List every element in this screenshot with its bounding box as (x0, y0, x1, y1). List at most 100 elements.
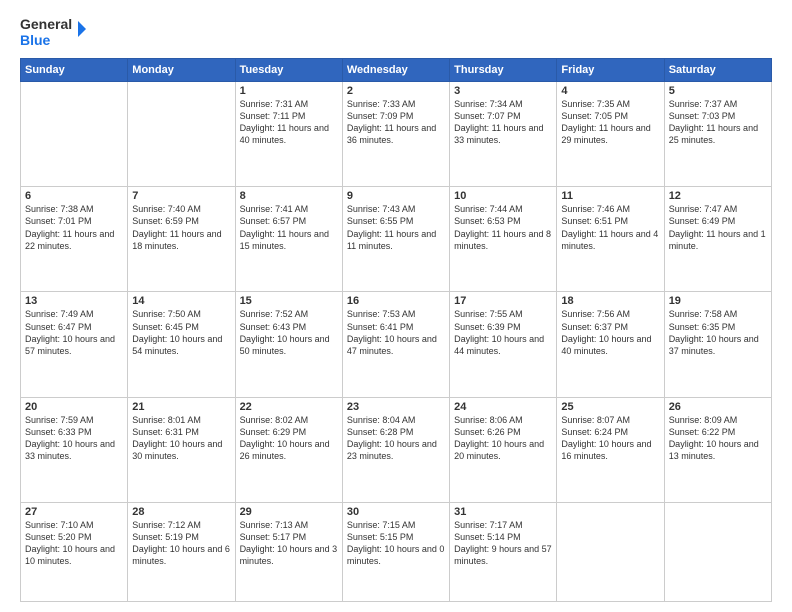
calendar-cell (128, 82, 235, 187)
cell-info: Sunrise: 7:15 AM Sunset: 5:15 PM Dayligh… (347, 519, 445, 568)
cell-info: Sunrise: 7:46 AM Sunset: 6:51 PM Dayligh… (561, 203, 659, 252)
calendar-cell: 18Sunrise: 7:56 AM Sunset: 6:37 PM Dayli… (557, 292, 664, 397)
calendar-table: SundayMondayTuesdayWednesdayThursdayFrid… (20, 58, 772, 602)
calendar-cell: 22Sunrise: 8:02 AM Sunset: 6:29 PM Dayli… (235, 397, 342, 502)
cell-info: Sunrise: 7:35 AM Sunset: 7:05 PM Dayligh… (561, 98, 659, 147)
calendar-cell: 29Sunrise: 7:13 AM Sunset: 5:17 PM Dayli… (235, 502, 342, 601)
calendar-cell: 20Sunrise: 7:59 AM Sunset: 6:33 PM Dayli… (21, 397, 128, 502)
calendar-cell: 23Sunrise: 8:04 AM Sunset: 6:28 PM Dayli… (342, 397, 449, 502)
day-number: 30 (347, 506, 445, 518)
day-number: 28 (132, 506, 230, 518)
cell-info: Sunrise: 7:53 AM Sunset: 6:41 PM Dayligh… (347, 308, 445, 357)
day-number: 7 (132, 190, 230, 202)
weekday-header-sunday: Sunday (21, 59, 128, 82)
calendar-cell: 8Sunrise: 7:41 AM Sunset: 6:57 PM Daylig… (235, 187, 342, 292)
cell-info: Sunrise: 7:40 AM Sunset: 6:59 PM Dayligh… (132, 203, 230, 252)
cell-info: Sunrise: 7:38 AM Sunset: 7:01 PM Dayligh… (25, 203, 123, 252)
day-number: 27 (25, 506, 123, 518)
cell-info: Sunrise: 8:09 AM Sunset: 6:22 PM Dayligh… (669, 414, 767, 463)
day-number: 25 (561, 401, 659, 413)
day-number: 4 (561, 85, 659, 97)
cell-info: Sunrise: 7:33 AM Sunset: 7:09 PM Dayligh… (347, 98, 445, 147)
day-number: 26 (669, 401, 767, 413)
day-number: 12 (669, 190, 767, 202)
calendar-cell (557, 502, 664, 601)
cell-info: Sunrise: 8:01 AM Sunset: 6:31 PM Dayligh… (132, 414, 230, 463)
cell-info: Sunrise: 7:41 AM Sunset: 6:57 PM Dayligh… (240, 203, 338, 252)
calendar-row-2: 13Sunrise: 7:49 AM Sunset: 6:47 PM Dayli… (21, 292, 772, 397)
calendar-cell: 26Sunrise: 8:09 AM Sunset: 6:22 PM Dayli… (664, 397, 771, 502)
page: GeneralBlue SundayMondayTuesdayWednesday… (0, 0, 792, 612)
cell-info: Sunrise: 7:17 AM Sunset: 5:14 PM Dayligh… (454, 519, 552, 568)
calendar-row-4: 27Sunrise: 7:10 AM Sunset: 5:20 PM Dayli… (21, 502, 772, 601)
header: GeneralBlue (20, 15, 772, 50)
cell-info: Sunrise: 7:50 AM Sunset: 6:45 PM Dayligh… (132, 308, 230, 357)
calendar-cell: 11Sunrise: 7:46 AM Sunset: 6:51 PM Dayli… (557, 187, 664, 292)
day-number: 10 (454, 190, 552, 202)
weekday-header-saturday: Saturday (664, 59, 771, 82)
cell-info: Sunrise: 7:56 AM Sunset: 6:37 PM Dayligh… (561, 308, 659, 357)
calendar-cell: 19Sunrise: 7:58 AM Sunset: 6:35 PM Dayli… (664, 292, 771, 397)
day-number: 21 (132, 401, 230, 413)
calendar-cell: 14Sunrise: 7:50 AM Sunset: 6:45 PM Dayli… (128, 292, 235, 397)
calendar-cell: 9Sunrise: 7:43 AM Sunset: 6:55 PM Daylig… (342, 187, 449, 292)
day-number: 5 (669, 85, 767, 97)
day-number: 17 (454, 295, 552, 307)
day-number: 16 (347, 295, 445, 307)
cell-info: Sunrise: 7:10 AM Sunset: 5:20 PM Dayligh… (25, 519, 123, 568)
weekday-header-tuesday: Tuesday (235, 59, 342, 82)
calendar-row-3: 20Sunrise: 7:59 AM Sunset: 6:33 PM Dayli… (21, 397, 772, 502)
calendar-cell: 15Sunrise: 7:52 AM Sunset: 6:43 PM Dayli… (235, 292, 342, 397)
calendar-cell: 27Sunrise: 7:10 AM Sunset: 5:20 PM Dayli… (21, 502, 128, 601)
cell-info: Sunrise: 7:47 AM Sunset: 6:49 PM Dayligh… (669, 203, 767, 252)
calendar-cell: 17Sunrise: 7:55 AM Sunset: 6:39 PM Dayli… (450, 292, 557, 397)
day-number: 14 (132, 295, 230, 307)
day-number: 8 (240, 190, 338, 202)
calendar-cell: 4Sunrise: 7:35 AM Sunset: 7:05 PM Daylig… (557, 82, 664, 187)
calendar-cell: 2Sunrise: 7:33 AM Sunset: 7:09 PM Daylig… (342, 82, 449, 187)
cell-info: Sunrise: 7:44 AM Sunset: 6:53 PM Dayligh… (454, 203, 552, 252)
calendar-row-1: 6Sunrise: 7:38 AM Sunset: 7:01 PM Daylig… (21, 187, 772, 292)
calendar-cell: 1Sunrise: 7:31 AM Sunset: 7:11 PM Daylig… (235, 82, 342, 187)
cell-info: Sunrise: 7:37 AM Sunset: 7:03 PM Dayligh… (669, 98, 767, 147)
cell-info: Sunrise: 8:04 AM Sunset: 6:28 PM Dayligh… (347, 414, 445, 463)
cell-info: Sunrise: 7:13 AM Sunset: 5:17 PM Dayligh… (240, 519, 338, 568)
day-number: 23 (347, 401, 445, 413)
weekday-header-monday: Monday (128, 59, 235, 82)
day-number: 24 (454, 401, 552, 413)
cell-info: Sunrise: 8:07 AM Sunset: 6:24 PM Dayligh… (561, 414, 659, 463)
calendar-row-0: 1Sunrise: 7:31 AM Sunset: 7:11 PM Daylig… (21, 82, 772, 187)
cell-info: Sunrise: 7:31 AM Sunset: 7:11 PM Dayligh… (240, 98, 338, 147)
day-number: 13 (25, 295, 123, 307)
calendar-cell: 28Sunrise: 7:12 AM Sunset: 5:19 PM Dayli… (128, 502, 235, 601)
cell-info: Sunrise: 7:34 AM Sunset: 7:07 PM Dayligh… (454, 98, 552, 147)
day-number: 15 (240, 295, 338, 307)
cell-info: Sunrise: 7:58 AM Sunset: 6:35 PM Dayligh… (669, 308, 767, 357)
cell-info: Sunrise: 7:55 AM Sunset: 6:39 PM Dayligh… (454, 308, 552, 357)
day-number: 1 (240, 85, 338, 97)
day-number: 9 (347, 190, 445, 202)
calendar-cell: 3Sunrise: 7:34 AM Sunset: 7:07 PM Daylig… (450, 82, 557, 187)
calendar-cell: 24Sunrise: 8:06 AM Sunset: 6:26 PM Dayli… (450, 397, 557, 502)
day-number: 31 (454, 506, 552, 518)
calendar-cell: 7Sunrise: 7:40 AM Sunset: 6:59 PM Daylig… (128, 187, 235, 292)
calendar-cell: 5Sunrise: 7:37 AM Sunset: 7:03 PM Daylig… (664, 82, 771, 187)
weekday-header-wednesday: Wednesday (342, 59, 449, 82)
day-number: 22 (240, 401, 338, 413)
day-number: 6 (25, 190, 123, 202)
cell-info: Sunrise: 7:59 AM Sunset: 6:33 PM Dayligh… (25, 414, 123, 463)
calendar-cell: 31Sunrise: 7:17 AM Sunset: 5:14 PM Dayli… (450, 502, 557, 601)
day-number: 19 (669, 295, 767, 307)
day-number: 29 (240, 506, 338, 518)
logo: GeneralBlue (20, 15, 90, 50)
day-number: 11 (561, 190, 659, 202)
logo-icon: GeneralBlue (20, 15, 90, 50)
calendar-cell (21, 82, 128, 187)
calendar-cell: 30Sunrise: 7:15 AM Sunset: 5:15 PM Dayli… (342, 502, 449, 601)
calendar-cell: 10Sunrise: 7:44 AM Sunset: 6:53 PM Dayli… (450, 187, 557, 292)
day-number: 3 (454, 85, 552, 97)
weekday-header-row: SundayMondayTuesdayWednesdayThursdayFrid… (21, 59, 772, 82)
calendar-cell (664, 502, 771, 601)
calendar-cell: 13Sunrise: 7:49 AM Sunset: 6:47 PM Dayli… (21, 292, 128, 397)
cell-info: Sunrise: 8:06 AM Sunset: 6:26 PM Dayligh… (454, 414, 552, 463)
